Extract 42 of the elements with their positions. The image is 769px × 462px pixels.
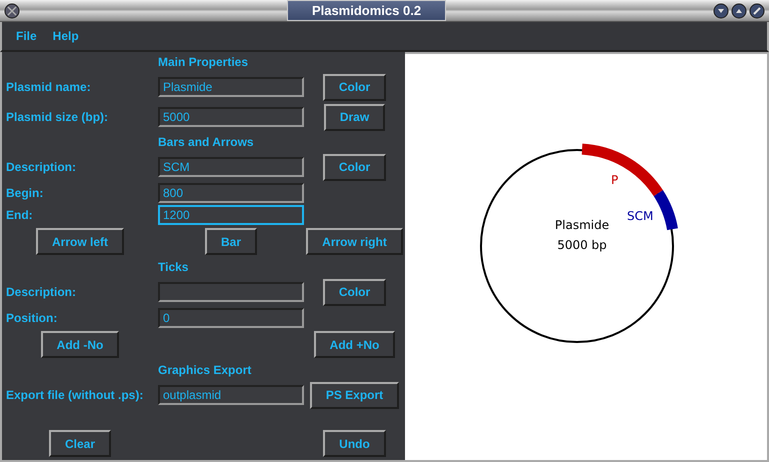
menu-item[interactable]: File [16, 29, 37, 43]
button[interactable]: Add +No [314, 331, 396, 358]
text-field[interactable]: 1200 [158, 205, 304, 225]
button[interactable]: Undo [323, 430, 386, 457]
field-label: Position: [5, 311, 58, 325]
field-label: Plasmid size (bp): [5, 110, 110, 124]
section-heading: Main Properties [158, 55, 250, 69]
text-field[interactable]: 800 [158, 183, 304, 203]
field-label: Export file (without .ps): [5, 388, 144, 402]
button[interactable]: Add -No [40, 331, 120, 358]
field-label: Begin: [5, 186, 44, 200]
app-menu-icon[interactable] [4, 2, 20, 18]
minimize-icon[interactable] [713, 2, 729, 18]
text-field[interactable]: SCM [158, 157, 304, 177]
text-field[interactable]: outplasmid [158, 385, 304, 405]
menu-item[interactable]: Help [52, 29, 79, 43]
button[interactable]: Arrow left [36, 228, 124, 255]
button[interactable]: Draw [324, 104, 386, 130]
plasmid-size: 5000 bp [557, 238, 607, 252]
section-heading: Ticks [158, 260, 190, 274]
section-heading: Graphics Export [158, 363, 252, 377]
feature-label: SCM [627, 209, 654, 223]
button[interactable]: Arrow right [306, 228, 403, 255]
text-field[interactable]: Plasmide [158, 77, 304, 97]
text-field[interactable]: 0 [158, 308, 304, 328]
field-label: Plasmid name: [5, 80, 92, 94]
button[interactable]: Color [322, 278, 386, 306]
field-label: Description: [5, 285, 78, 299]
window-title: Plasmidomics 0.2 [286, 0, 446, 21]
button[interactable]: Color [322, 154, 386, 180]
plasmid-name: Plasmide [554, 218, 610, 232]
section-heading: Bars and Arrows [158, 135, 255, 149]
feature-label: P [611, 173, 618, 187]
button[interactable]: Bar [204, 228, 257, 255]
text-field[interactable]: 5000 [158, 107, 304, 127]
button[interactable]: PS Export [310, 382, 400, 408]
button[interactable]: Clear [48, 430, 112, 457]
text-field[interactable] [158, 282, 304, 302]
maximize-icon[interactable] [731, 2, 747, 18]
field-label: Description: [5, 160, 78, 174]
button[interactable]: Color [322, 74, 386, 100]
field-label: End: [5, 208, 34, 222]
